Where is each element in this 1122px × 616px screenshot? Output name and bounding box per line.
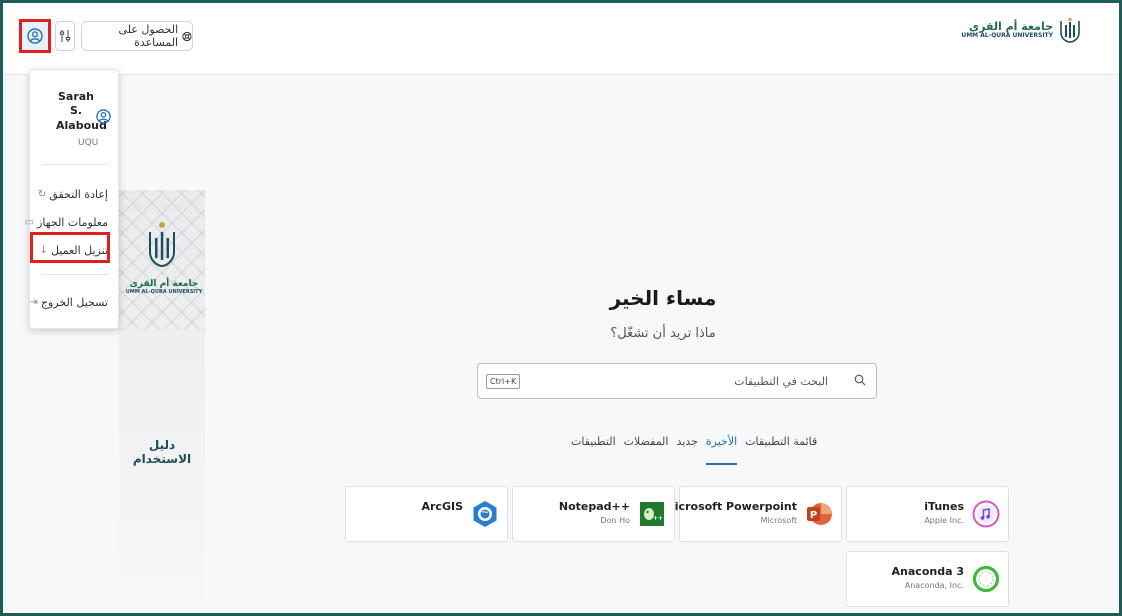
- tab-favorites[interactable]: المفضلات: [624, 435, 669, 465]
- app-publisher: Apple Inc.: [924, 516, 964, 525]
- user-guide-title: دليل الاستخدام: [132, 438, 192, 466]
- app-window: الحصول على المساعدة جامعة أم القرى UMM A…: [0, 0, 1122, 616]
- greeting-title: مساء الخير: [609, 286, 717, 310]
- user-guide-banner[interactable]: جامعة أم القرى UMM AL-QURA UNIVERSITY دل…: [119, 190, 205, 613]
- svg-text:P: P: [810, 510, 817, 521]
- menu-item-label: إعادة التحقق: [49, 188, 108, 201]
- menu-item-label: تسجيل الخروج: [40, 296, 108, 309]
- menu-item-reverify[interactable]: إعادة التحقق ↻: [38, 188, 108, 201]
- menu-item-device-info[interactable]: معلومات الجهاز ▭: [25, 216, 108, 229]
- app-name: ArcGIS: [421, 500, 463, 513]
- itunes-icon: [972, 500, 1000, 528]
- user-dropdown-menu: Sarah S. Alaboud UQU إعادة التحقق ↻ معلو…: [25, 69, 119, 329]
- menu-divider: [42, 274, 108, 275]
- logo-english-name: UMM AL-QURA UNIVERSITY: [961, 31, 1053, 39]
- lifebuoy-icon: [182, 31, 192, 41]
- app-name: Microsoft Powerpoint: [663, 500, 797, 513]
- monitor-icon: ▭: [24, 217, 35, 228]
- shortcut-hint: Ctrl+K: [486, 374, 521, 389]
- app-name: Anaconda 3: [891, 565, 964, 578]
- university-logo: جامعة أم القرى UMM AL-QURA UNIVERSITY: [961, 17, 1081, 43]
- tab-new[interactable]: جديد: [676, 435, 697, 465]
- avatar-icon: [96, 109, 111, 124]
- app-publisher: Don Ho: [600, 516, 630, 525]
- powerpoint-icon: P: [807, 503, 832, 525]
- greeting-subtitle: ماذا تريد أن تشغّل؟: [610, 326, 716, 341]
- sliders-icon: [59, 30, 71, 42]
- anaconda-icon: [972, 565, 1000, 593]
- app-publisher: Anaconda, Inc.: [904, 581, 964, 590]
- user-menu-button[interactable]: [19, 19, 51, 53]
- user-org: UQU: [78, 138, 99, 148]
- top-bar: الحصول على المساعدة جامعة أم القرى UMM A…: [3, 3, 1119, 75]
- get-help-label: الحصول على المساعدة: [118, 23, 179, 49]
- arcgis-icon: [473, 501, 497, 527]
- app-name: iTunes: [924, 500, 964, 513]
- app-card-notepadpp[interactable]: ++ Notepad++ Don Ho: [512, 486, 675, 542]
- search-icon: [854, 374, 866, 386]
- menu-divider: [42, 164, 108, 165]
- menu-item-label: معلومات الجهاز: [37, 216, 108, 229]
- highlight-box: [30, 232, 110, 263]
- notepadpp-icon: ++: [640, 502, 664, 526]
- app-card-itunes[interactable]: iTunes Apple Inc.: [846, 486, 1009, 542]
- app-tabs: التطبيقات المفضلات جديد الأخيرة قائمة ال…: [571, 435, 817, 465]
- logout-icon: ⇥: [29, 297, 38, 308]
- get-help-button[interactable]: الحصول على المساعدة: [81, 21, 193, 51]
- app-name: Notepad++: [558, 500, 630, 513]
- app-card-anaconda[interactable]: Anaconda 3 Anaconda, Inc.: [846, 551, 1009, 607]
- tab-recent[interactable]: الأخيرة: [705, 435, 738, 465]
- tab-app-list[interactable]: قائمة التطبيقات: [745, 435, 817, 465]
- app-publisher: Microsoft: [760, 516, 797, 525]
- menu-item-logout[interactable]: تسجيل الخروج ⇥: [29, 296, 108, 309]
- logo-arabic-name: جامعة أم القرى: [969, 19, 1053, 33]
- app-card-arcgis[interactable]: ArcGIS: [345, 486, 508, 542]
- refresh-icon: ↻: [37, 189, 47, 200]
- search-input[interactable]: [518, 370, 828, 392]
- app-card-powerpoint[interactable]: P Microsoft Powerpoint Microsoft: [664, 486, 842, 542]
- tab-apps[interactable]: التطبيقات: [571, 435, 616, 465]
- svg-text:++: ++: [653, 515, 663, 522]
- user-name: Sarah S. Alaboud: [56, 90, 107, 132]
- app-search-box[interactable]: Ctrl+K: [477, 363, 877, 399]
- preferences-button[interactable]: [55, 21, 75, 51]
- banner-emblem-icon: [149, 222, 175, 268]
- banner-english-name: UMM AL-QURA UNIVERSITY: [125, 288, 203, 295]
- user-circle-icon: [27, 28, 43, 44]
- university-emblem-icon: [1060, 17, 1080, 43]
